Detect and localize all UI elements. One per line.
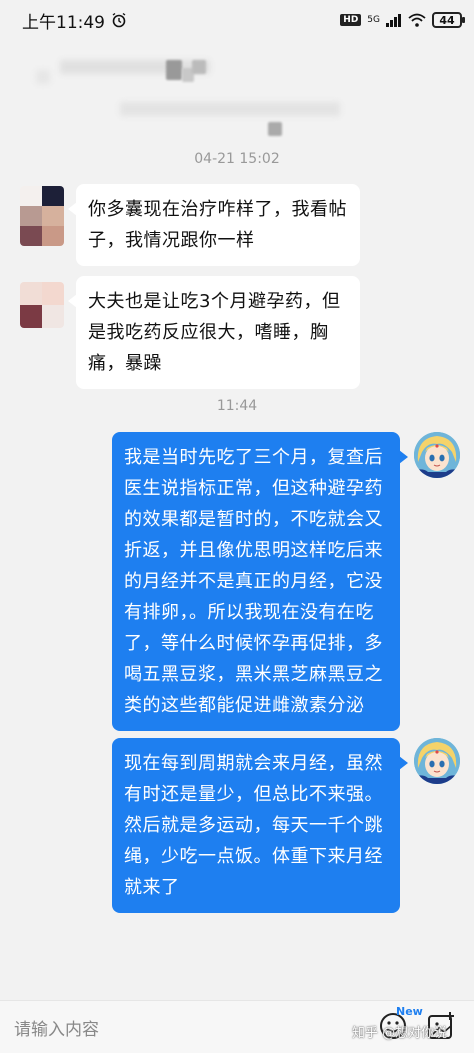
message-bubble-received[interactable]: 大夫也是让吃3个月避孕药，但 是我吃药反应很大，嗜睡，胸 痛，暴躁: [68, 276, 360, 389]
title-mosaic: [192, 60, 206, 74]
watermark: 知乎 @想对你说: [352, 1026, 448, 1041]
signal-bars-icon: [386, 14, 401, 27]
user-avatar[interactable]: [414, 432, 460, 478]
user-avatar[interactable]: [414, 738, 460, 784]
message-line: 折返，并且像优思明这样吃后来: [124, 540, 383, 561]
back-button-blurred[interactable]: [36, 70, 50, 84]
message-line: 绳，少吃一点饭。体重下来月经: [124, 846, 383, 867]
message-bubble-sent[interactable]: 我是当时先吃了三个月，复查后 医生说指标正常，但这种避孕药 的效果都是暂时的，不…: [112, 432, 408, 731]
message-line: 医生说指标正常，但这种避孕药: [124, 478, 383, 499]
wifi-icon: [408, 13, 426, 27]
status-time: 上午11:49: [22, 12, 105, 33]
message-line: 大夫也是让吃3个月避孕药，但: [88, 291, 341, 312]
message-line: 我是当时先吃了三个月，复查后: [124, 447, 383, 468]
message-bubble-sent[interactable]: 现在每到周期就会来月经，虽然 有时还是量少，但总比不来强。 然后就是多运动，每天…: [112, 738, 408, 913]
anime-girl-icon: [414, 432, 460, 478]
battery-icon: 44: [432, 12, 465, 28]
message-line: 喝五黑豆浆，黑米黑芝麻黑豆之: [124, 664, 383, 685]
message-line: 子，我情况跟你一样: [88, 230, 255, 251]
message-line: 的月经并不是真正的月经，它没: [124, 571, 383, 592]
anime-girl-icon: [414, 738, 460, 784]
message-line: 你多囊现在治疗咋样了，我看帖: [88, 199, 347, 220]
message-line: 是我吃药反应很大，嗜睡，胸: [88, 322, 329, 343]
message-timestamp: 11:44: [216, 398, 258, 414]
message-line: 痛，暴躁: [88, 353, 162, 374]
message-line: 就来了: [124, 877, 180, 898]
new-badge: New: [396, 1005, 423, 1018]
message-timestamp: 04-21 15:02: [194, 151, 280, 167]
network-label: 5G: [367, 14, 380, 25]
message-line: 的效果都是暂时的，不吃就会又: [124, 509, 383, 530]
subtitle-blur: [120, 102, 340, 116]
message-bubble-received[interactable]: 你多囊现在治疗咋样了，我看帖 子，我情况跟你一样: [68, 184, 360, 266]
message-line: 类的这些都能促进雌激素分泌: [124, 695, 365, 716]
message-line: 了，等什么时候怀孕再促排，多: [124, 633, 383, 654]
message-line: 然后就是多运动，每天一千个跳: [124, 815, 383, 836]
alarm-clock-icon: [112, 12, 126, 28]
subtitle-mosaic: [268, 122, 282, 136]
hd-badge: HD: [340, 14, 362, 26]
title-mosaic: [166, 60, 182, 80]
status-bar: 上午11:49 HD 5G 44: [0, 0, 474, 40]
status-indicators: HD 5G 44: [340, 12, 465, 28]
chat-header: [0, 40, 474, 140]
message-line: 有排卵，。所以我现在没有在吃: [124, 602, 374, 623]
message-line: 现在每到周期就会来月经，虽然: [124, 753, 383, 774]
message-line: 有时还是量少，但总比不来强。: [124, 784, 383, 805]
message-input[interactable]: 请输入内容: [14, 1015, 99, 1040]
contact-avatar[interactable]: [20, 282, 64, 328]
contact-avatar[interactable]: [20, 186, 64, 246]
